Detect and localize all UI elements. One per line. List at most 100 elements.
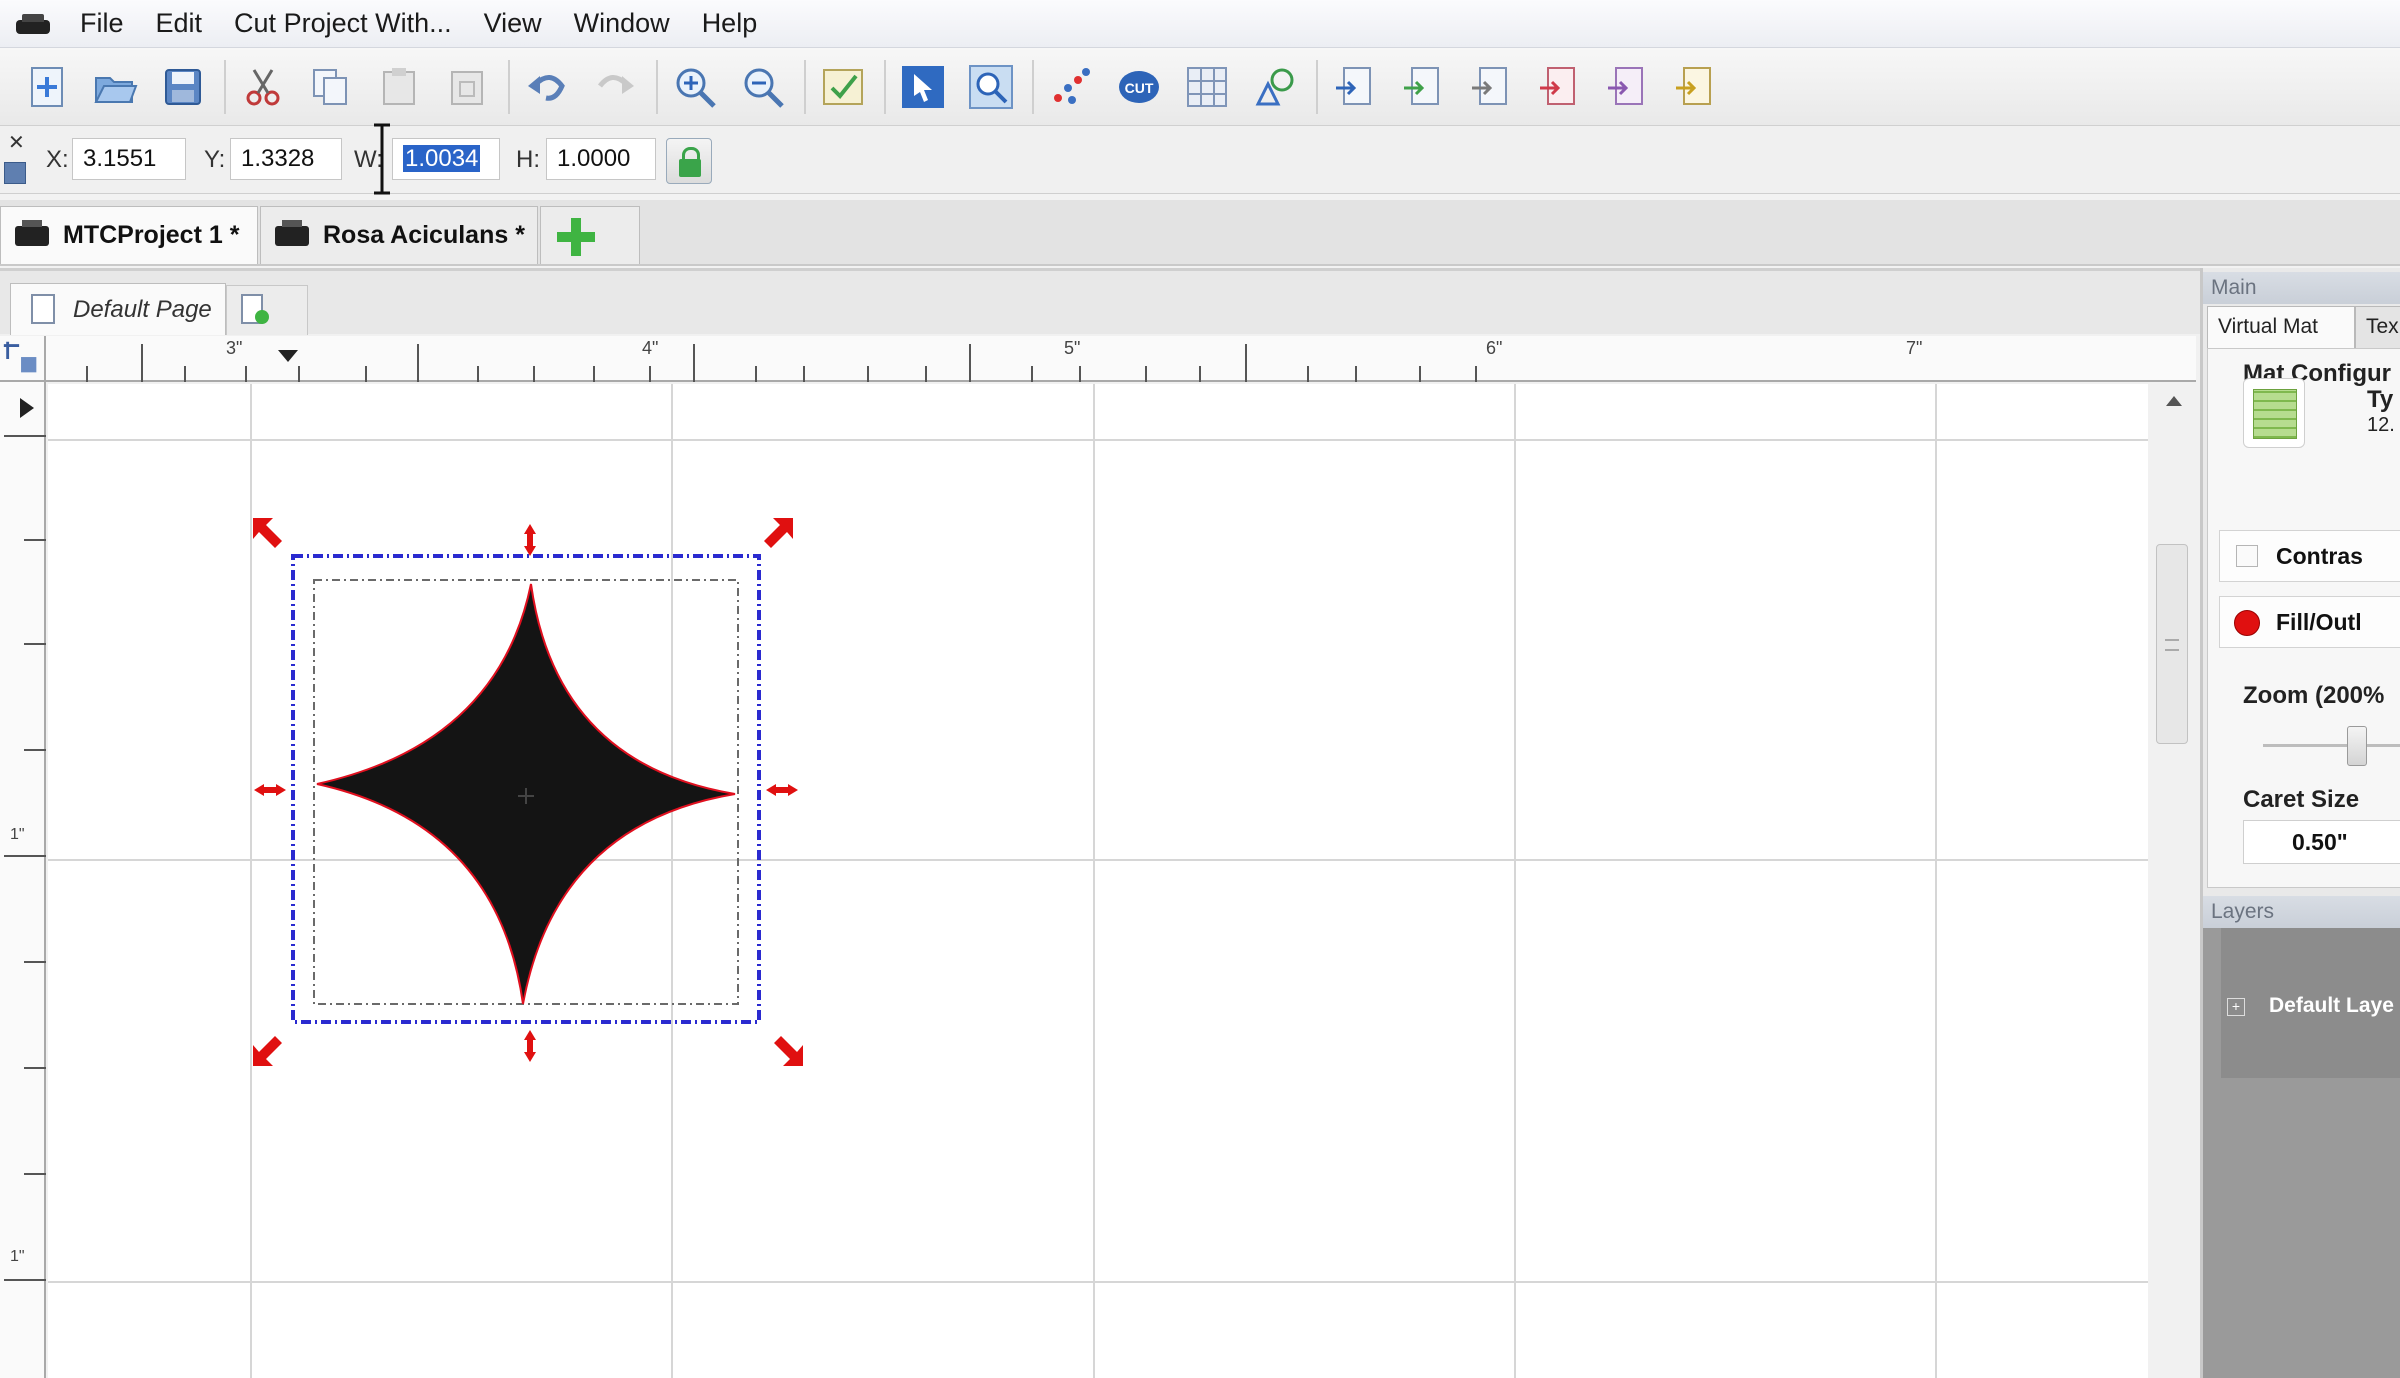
project-tabs: MTCProject 1 * Rosa Aciculans * [0, 200, 2400, 266]
tab-label: Rosa Aciculans * [323, 221, 525, 249]
menu-cut-project-with[interactable]: Cut Project With... [218, 8, 468, 39]
page-icon [31, 294, 55, 324]
lock-aspect-icon[interactable] [666, 138, 712, 184]
w-field-selected-text: 1.0034 [403, 145, 481, 172]
add-project-tab-icon[interactable] [540, 206, 640, 264]
save-icon[interactable] [156, 60, 210, 114]
resize-handle-top-left[interactable] [253, 518, 282, 548]
weld-icon[interactable] [1044, 60, 1098, 114]
ruler-label-5: 5" [1064, 338, 1081, 358]
toolbar-separator [508, 59, 510, 114]
ruler-corner[interactable] [0, 336, 46, 382]
ruler-label-3: 3" [226, 338, 243, 358]
close-icon[interactable]: ✕ [8, 130, 25, 155]
resize-handle-bottom-left[interactable] [253, 1036, 282, 1066]
ungroup-icon[interactable] [1600, 60, 1654, 114]
mat-thumbnail[interactable] [2243, 378, 2305, 448]
top-ruler-scale [86, 344, 1477, 382]
cut-icon[interactable] [236, 60, 290, 114]
canvas-drawing [48, 384, 2148, 1378]
ruler-label-4: 4" [642, 338, 659, 358]
ruler-label-6: 6" [1486, 338, 1503, 358]
shapes-icon[interactable] [1248, 60, 1302, 114]
scroll-up-icon[interactable] [2166, 396, 2182, 406]
fill-color-icon [2234, 610, 2260, 636]
zoom-label: Zoom (200% [2243, 682, 2385, 709]
x-field[interactable]: 3.1551 [72, 138, 186, 180]
undo-icon[interactable] [520, 60, 574, 114]
left-ruler-scale [4, 398, 46, 1281]
text-cursor-icon [374, 123, 390, 195]
menu-window[interactable]: Window [558, 8, 686, 39]
zoom-slider-thumb[interactable] [2347, 726, 2367, 766]
paste-in-place-icon[interactable] [440, 60, 494, 114]
arrange-icon[interactable] [1668, 60, 1722, 114]
contrast-checkbox[interactable] [2236, 545, 2258, 567]
main-panel-header: Main [2203, 272, 2400, 304]
panel-tabs: Virtual Mat Tex [2207, 306, 2400, 348]
caret-size-label: Caret Size [2243, 786, 2360, 813]
tab-virtual-mat[interactable]: Virtual Mat [2207, 306, 2355, 348]
menu-help[interactable]: Help [686, 8, 774, 39]
toolbar-separator [224, 59, 226, 114]
x-label: X: [46, 146, 69, 173]
layer-item[interactable]: + Default Laye [2221, 928, 2400, 1078]
main-toolbar: CUT [0, 48, 2400, 126]
import-icon[interactable] [1328, 60, 1382, 114]
tab-default-page[interactable]: Default Page [10, 283, 226, 335]
zoom-out-icon[interactable] [736, 60, 790, 114]
left-ruler-label-2: 1" [10, 1248, 25, 1265]
contrast-option[interactable]: Contras [2219, 530, 2400, 582]
menu-view[interactable]: View [468, 8, 558, 39]
expand-icon[interactable]: + [2227, 998, 2245, 1016]
menu-file[interactable]: File [64, 8, 140, 39]
zoom-in-icon[interactable] [668, 60, 722, 114]
h-field[interactable]: 1.0000 [546, 138, 656, 180]
top-ruler[interactable]: 3" 4" 5" 6" 7" [46, 336, 2196, 382]
design-canvas[interactable] [48, 384, 2148, 1378]
redo-icon[interactable] [588, 60, 642, 114]
fit-to-mat-icon[interactable] [816, 60, 870, 114]
resize-handle-bottom[interactable] [524, 1030, 536, 1062]
align-icon[interactable] [1464, 60, 1518, 114]
contrast-label: Contras [2276, 543, 2363, 569]
tab-text[interactable]: Tex [2355, 306, 2400, 348]
grid-icon[interactable] [1180, 60, 1234, 114]
y-field[interactable]: 1.3328 [230, 138, 342, 180]
y-label: Y: [204, 146, 226, 173]
layer-name: Default Laye [2269, 994, 2394, 1017]
menu-bar: File Edit Cut Project With... View Windo… [0, 0, 2400, 48]
fill-outline-option[interactable]: Fill/Outl [2219, 596, 2400, 648]
left-ruler[interactable]: 1" 1" [0, 382, 46, 1378]
copy-icon[interactable] [304, 60, 358, 114]
tab-rosa-aciculans[interactable]: Rosa Aciculans * [260, 206, 538, 264]
resize-handle-left[interactable] [254, 784, 286, 796]
export-icon[interactable] [1396, 60, 1450, 114]
group-icon[interactable] [1532, 60, 1586, 114]
tab-mtcproject-1[interactable]: MTCProject 1 * [0, 206, 258, 264]
vertical-scrollbar[interactable] [2150, 384, 2200, 1378]
new-icon[interactable] [20, 60, 74, 114]
resize-handle-right[interactable] [766, 784, 798, 796]
page-tab-label: Default Page [73, 295, 212, 323]
zoom-slider-track[interactable] [2263, 744, 2400, 747]
w-field[interactable]: 1.0034 [392, 138, 500, 180]
ruler-label-7: 7" [1906, 338, 1923, 358]
resize-handle-bottom-right[interactable] [774, 1036, 803, 1066]
add-page-icon[interactable] [226, 285, 308, 335]
ruler-origin-icon [3, 341, 37, 373]
plus-icon [255, 310, 269, 324]
property-bar: ✕ X: 3.1551 Y: 1.3328 W: 1.0034 H: 1.000… [0, 126, 2400, 194]
paste-icon[interactable] [372, 60, 426, 114]
right-panel: Main Virtual Mat Tex Mat Configur Ty 12.… [2200, 268, 2400, 1378]
zoom-tool-icon[interactable] [964, 60, 1018, 114]
select-icon[interactable] [896, 60, 950, 114]
open-icon[interactable] [88, 60, 142, 114]
toolbar-separator [884, 59, 886, 114]
resize-handle-top-right[interactable] [764, 518, 793, 548]
caret-size-field[interactable]: 0.50" [2243, 820, 2400, 864]
scroll-thumb[interactable] [2156, 544, 2188, 744]
cut-settings-icon[interactable]: CUT [1112, 60, 1166, 114]
resize-handle-top[interactable] [524, 524, 536, 556]
menu-edit[interactable]: Edit [140, 8, 219, 39]
